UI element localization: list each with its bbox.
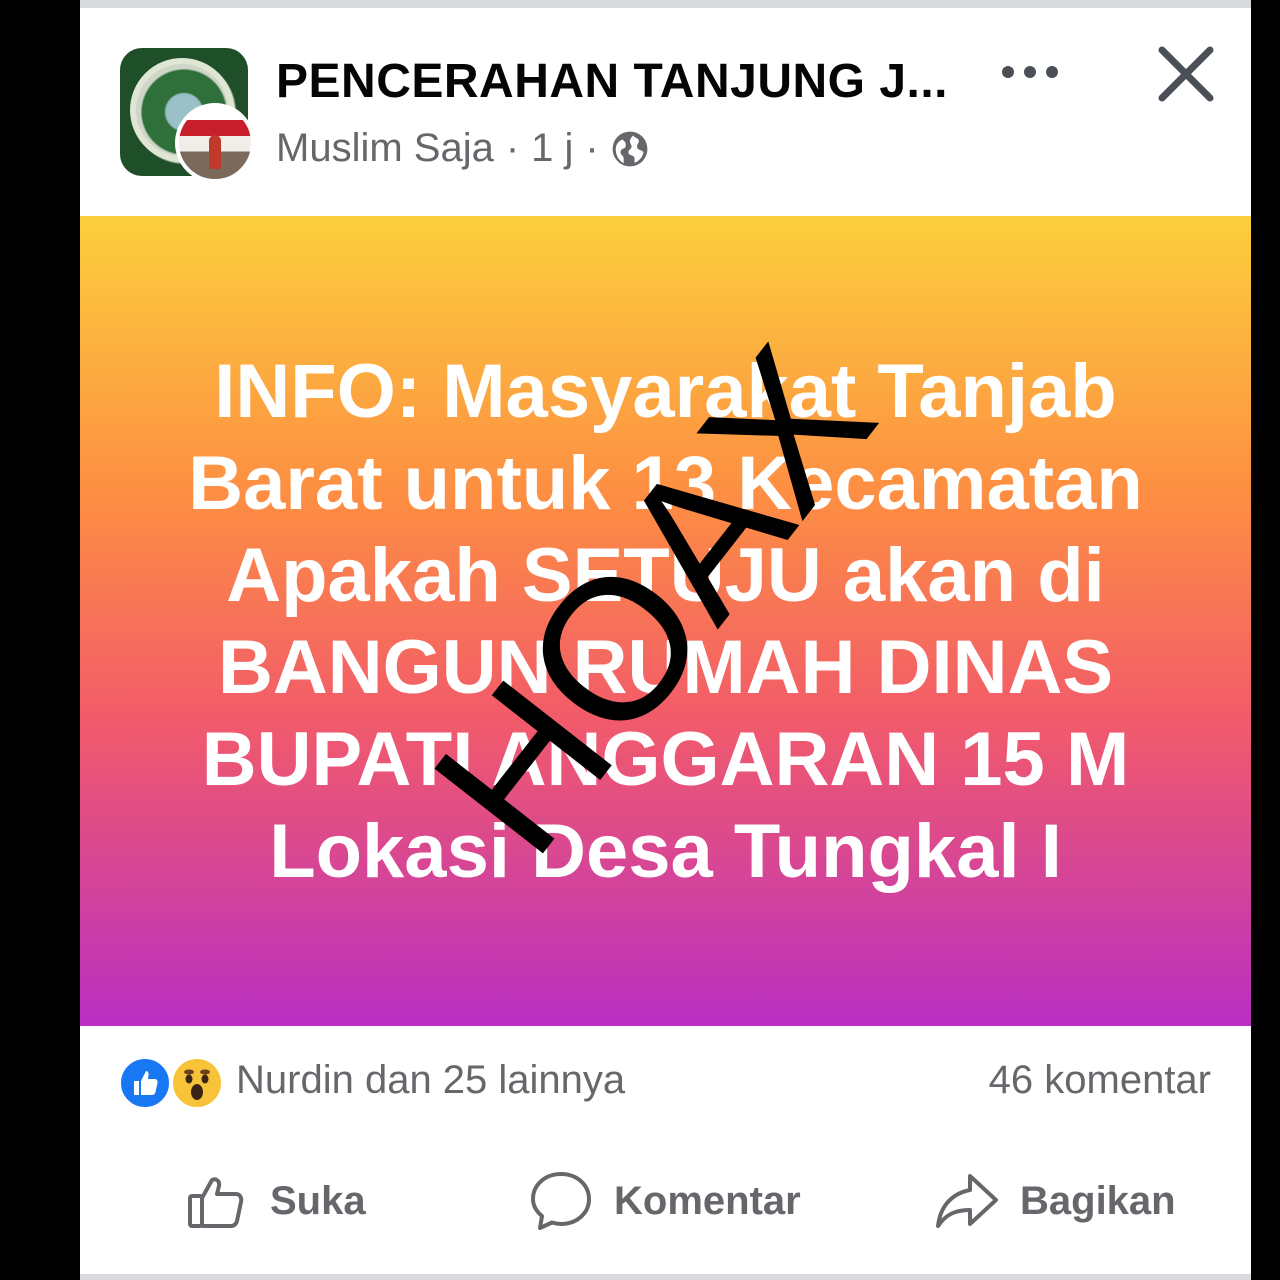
comment-label: Komentar	[614, 1178, 801, 1223]
avatar-person-figure	[209, 135, 221, 169]
comments-count[interactable]: 46 komentar	[989, 1058, 1211, 1103]
share-label: Bagikan	[1020, 1178, 1176, 1223]
author-name[interactable]: Muslim Saja	[276, 126, 494, 171]
like-button[interactable]: Suka	[184, 1166, 366, 1236]
reactions-bar: Nurdin dan 25 lainnya 46 komentar	[80, 1026, 1251, 1136]
post-colored-background: INFO: Masyarakat Tanjab Barat untuk 13 K…	[80, 216, 1251, 1026]
post-meta: Muslim Saja · 1 j ·	[276, 126, 649, 171]
post-header: PENCERAHAN TANJUNG J... Muslim Saja · 1 …	[80, 8, 1251, 216]
more-horizontal-icon[interactable]	[998, 58, 1062, 86]
bottom-divider	[80, 1274, 1251, 1280]
like-label: Suka	[270, 1178, 366, 1223]
meta-separator: ·	[585, 126, 599, 170]
author-avatar[interactable]	[175, 103, 255, 183]
comment-button[interactable]: Komentar	[528, 1166, 801, 1236]
action-bar: Suka Komentar Bagikan	[80, 1136, 1251, 1266]
page-name[interactable]: PENCERAHAN TANJUNG J...	[276, 54, 976, 109]
meta-separator: ·	[505, 126, 520, 170]
comment-bubble-icon	[531, 1172, 591, 1230]
wow-reaction-icon[interactable]	[170, 1056, 224, 1110]
hoax-stamp-text: HOAX	[391, 309, 916, 893]
reactors-summary[interactable]: Nurdin dan 25 lainnya	[236, 1058, 625, 1103]
top-divider	[80, 0, 1251, 8]
share-button[interactable]: Bagikan	[934, 1166, 1176, 1236]
post-card: PENCERAHAN TANJUNG J... Muslim Saja · 1 …	[80, 0, 1251, 1280]
globe-icon	[612, 131, 648, 166]
like-reaction-icon[interactable]	[118, 1056, 172, 1110]
close-icon[interactable]	[1156, 44, 1216, 104]
hoax-stamp-overlay: HOAX	[391, 309, 916, 893]
share-arrow-icon	[936, 1174, 998, 1228]
post-time[interactable]: 1 j	[531, 126, 573, 171]
thumbs-up-icon	[188, 1177, 244, 1228]
